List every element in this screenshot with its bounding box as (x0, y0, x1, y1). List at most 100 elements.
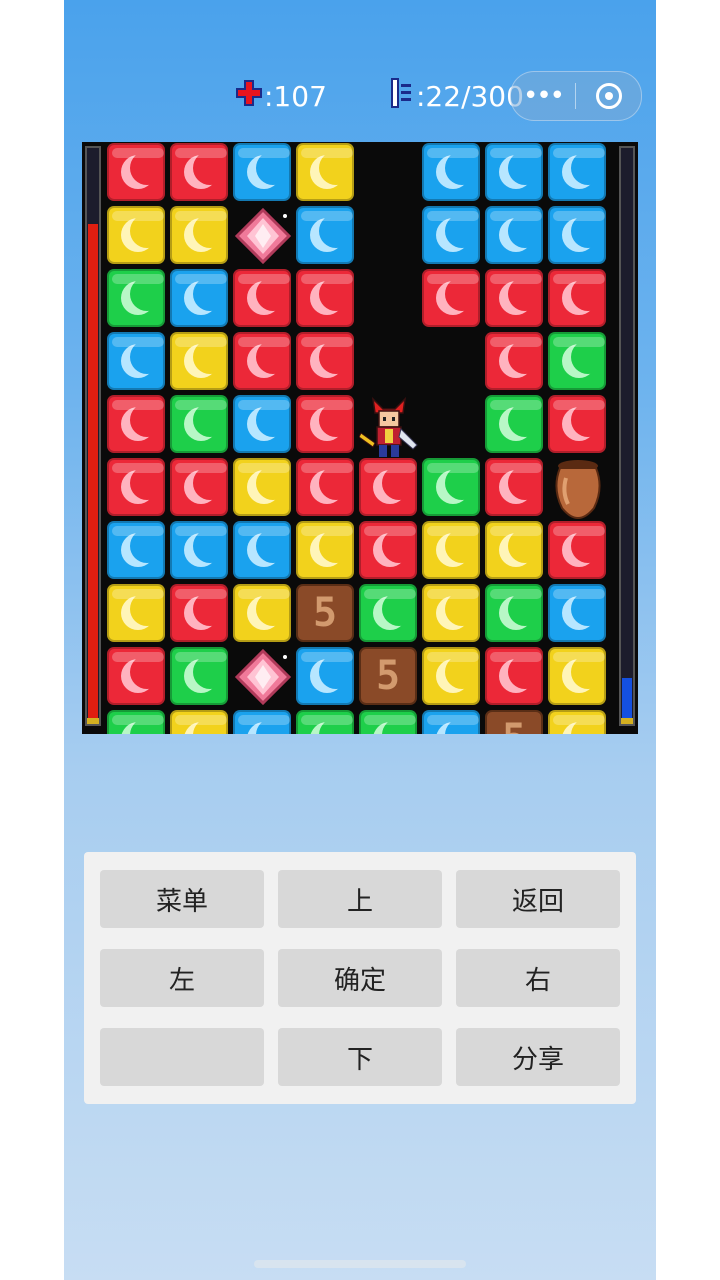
yellow-moon-block (233, 584, 291, 642)
blue-moon-block (548, 206, 606, 264)
moon-icon (373, 470, 407, 504)
crate-number: 5 (312, 590, 338, 636)
moon-icon (436, 659, 470, 693)
moon-icon (310, 470, 344, 504)
moon-icon (436, 596, 470, 630)
moon-icon (562, 659, 596, 693)
moon-icon (499, 155, 533, 189)
moon-icon (562, 596, 596, 630)
numbered-crate: 5 (296, 584, 354, 642)
blue-moon-block (233, 521, 291, 579)
moon-icon (184, 218, 218, 252)
moon-icon (436, 218, 470, 252)
moon-icon (247, 155, 281, 189)
yellow-moon-block (296, 521, 354, 579)
floor-counter: :22/300 (390, 76, 524, 116)
blue-moon-block (548, 584, 606, 642)
red-moon-block (107, 143, 165, 201)
target-circle-icon[interactable] (576, 83, 641, 109)
moon-icon (121, 218, 155, 252)
green-moon-block (485, 584, 543, 642)
floor-value: :22/300 (416, 79, 524, 113)
numbered-crate: 5 (485, 710, 543, 734)
red-moon-block (170, 458, 228, 516)
crate-number: 5 (375, 653, 401, 699)
blue-moon-block (107, 521, 165, 579)
blue-moon-block (422, 710, 480, 734)
moon-icon (184, 722, 218, 734)
red-moon-block (233, 332, 291, 390)
more-dots-icon[interactable]: ••• (511, 72, 575, 120)
hp-counter: :107 (236, 76, 327, 116)
red-moon-block (296, 269, 354, 327)
moon-icon (436, 470, 470, 504)
hp-value: :107 (264, 79, 327, 113)
yellow-moon-block (170, 206, 228, 264)
moon-icon (436, 155, 470, 189)
block-grid: 555 (106, 142, 610, 734)
moon-icon (562, 155, 596, 189)
yellow-moon-block (233, 458, 291, 516)
moon-icon (499, 407, 533, 441)
moon-icon (499, 281, 533, 315)
hp-gauge-cap (87, 718, 99, 724)
moon-icon (499, 344, 533, 378)
up-button[interactable]: 上 (278, 870, 442, 928)
moon-icon (184, 281, 218, 315)
green-moon-block (359, 584, 417, 642)
blue-moon-block (548, 143, 606, 201)
clay-jar-icon (548, 458, 608, 520)
red-moon-block (170, 584, 228, 642)
moon-icon (310, 722, 344, 734)
numbered-crate: 5 (359, 647, 417, 705)
moon-icon (310, 407, 344, 441)
blank-button[interactable] (100, 1028, 264, 1086)
blue-moon-block (422, 143, 480, 201)
share-button[interactable]: 分享 (456, 1028, 620, 1086)
green-moon-block (107, 269, 165, 327)
game-screen: :107 :22/300 ••• 555 菜单上返回左确定右下分享 (64, 0, 656, 1280)
yellow-moon-block (422, 521, 480, 579)
moon-icon (247, 596, 281, 630)
yellow-moon-block (170, 332, 228, 390)
green-moon-block (107, 710, 165, 734)
blue-moon-block (296, 647, 354, 705)
moon-icon (310, 344, 344, 378)
red-moon-block (107, 395, 165, 453)
moon-icon (436, 281, 470, 315)
red-moon-block (548, 521, 606, 579)
red-moon-block (422, 269, 480, 327)
mp-gauge-cap (621, 718, 633, 724)
hp-gauge-fill (88, 224, 98, 718)
moon-icon (121, 596, 155, 630)
moon-icon (121, 533, 155, 567)
yellow-moon-block (548, 647, 606, 705)
moon-icon (436, 533, 470, 567)
moon-icon (562, 407, 596, 441)
red-moon-block (296, 458, 354, 516)
red-moon-block (359, 458, 417, 516)
red-moon-block (359, 521, 417, 579)
red-moon-block (170, 143, 228, 201)
blue-moon-block (233, 395, 291, 453)
moon-icon (121, 407, 155, 441)
menu-button[interactable]: 菜单 (100, 870, 264, 928)
moon-icon (121, 155, 155, 189)
right-button[interactable]: 右 (456, 949, 620, 1007)
moon-icon (436, 722, 470, 734)
moon-icon (121, 470, 155, 504)
yellow-moon-block (548, 710, 606, 734)
moon-icon (184, 344, 218, 378)
moon-icon (310, 155, 344, 189)
left-button[interactable]: 左 (100, 949, 264, 1007)
mp-gauge (619, 146, 635, 726)
blue-moon-block (422, 206, 480, 264)
yellow-moon-block (296, 143, 354, 201)
confirm-button[interactable]: 确定 (278, 949, 442, 1007)
down-button[interactable]: 下 (278, 1028, 442, 1086)
game-board: 555 (82, 142, 638, 734)
back-button[interactable]: 返回 (456, 870, 620, 928)
green-moon-block (485, 395, 543, 453)
moon-icon (247, 470, 281, 504)
pink-gem-icon (233, 206, 293, 266)
